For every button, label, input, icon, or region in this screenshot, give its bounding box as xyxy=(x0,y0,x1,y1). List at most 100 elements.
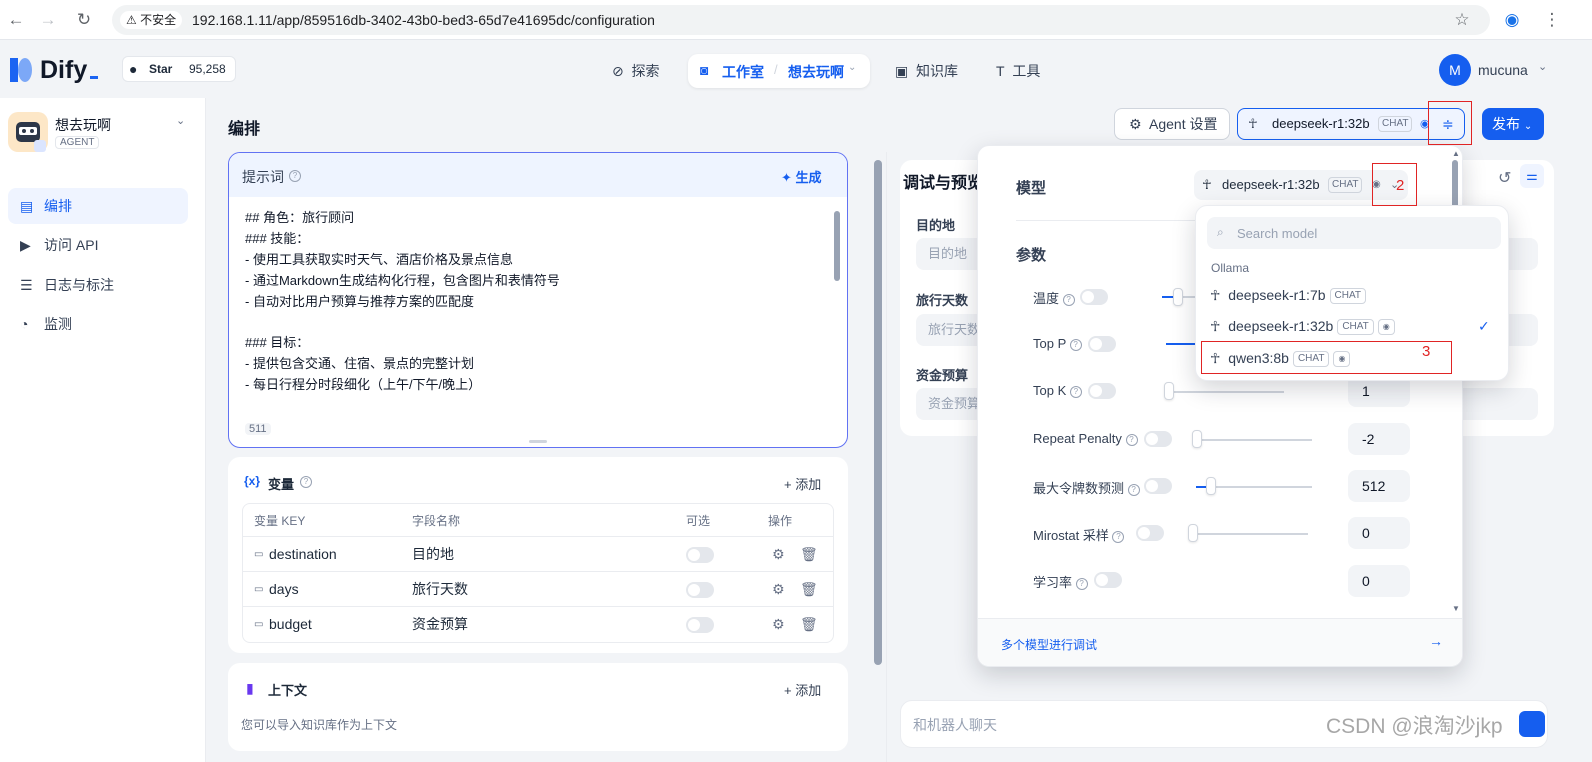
agent-settings-button[interactable]: ⚙ Agent 设置 xyxy=(1114,108,1230,140)
help-icon[interactable]: ? xyxy=(289,170,301,182)
debug-settings-icon[interactable]: ⚌ xyxy=(1520,164,1544,188)
optional-toggle[interactable] xyxy=(686,547,714,563)
param-toggle[interactable] xyxy=(1088,336,1116,352)
back-icon[interactable]: ← xyxy=(4,8,28,32)
param-toggle[interactable] xyxy=(1080,289,1108,305)
menu-icon[interactable]: ⋮ xyxy=(1540,8,1564,32)
reset-icon[interactable]: ↺ xyxy=(1498,168,1511,188)
address-bar[interactable]: ⚠ 不安全 192.168.1.11/app/859516db-3402-43b… xyxy=(112,5,1490,35)
field-label: 资金预算 xyxy=(916,368,969,383)
dify-logo[interactable]: Dify xyxy=(10,54,110,89)
search-icon: ⌕ xyxy=(1217,225,1224,239)
brand-name: Dify xyxy=(40,56,88,84)
help-icon[interactable]: ? xyxy=(1069,385,1082,398)
bookmark-star-icon[interactable]: ☆ xyxy=(1450,8,1474,32)
slider-knob[interactable] xyxy=(1173,288,1183,306)
dashboard-icon: ◔ xyxy=(20,316,29,332)
delete-icon[interactable]: 🗑 xyxy=(800,607,818,642)
model-option-selected[interactable]: ☥ deepseek-r1:32b CHAT ◉ ✓ xyxy=(1210,314,1496,338)
panel-scrollbar[interactable] xyxy=(874,160,882,665)
param-value[interactable]: -2 xyxy=(1348,423,1410,455)
sidebar-item-api[interactable]: ▶ 访问 API xyxy=(8,227,188,263)
add-context-button[interactable]: + 添加 xyxy=(784,680,821,699)
slider-knob[interactable] xyxy=(1192,430,1202,448)
model-option[interactable]: ☥ deepseek-r1:7b CHAT xyxy=(1210,283,1367,307)
github-star-button[interactable]: ● Star 95,258 xyxy=(122,56,236,82)
generate-button[interactable]: ✦ 生成 xyxy=(781,167,822,186)
prompt-line: - 每日行程分时段细化（上午/下午/晚上） xyxy=(245,377,482,392)
popover-scrollbar[interactable] xyxy=(1452,160,1458,210)
multi-model-debug-link[interactable]: 多个模型进行调试 xyxy=(1001,636,1097,653)
resize-handle[interactable] xyxy=(529,440,547,443)
variable-key[interactable]: budget xyxy=(269,607,312,642)
delete-icon[interactable]: 🗑 xyxy=(800,572,818,607)
username[interactable]: mucuna xyxy=(1478,62,1528,78)
user-chevron-icon[interactable]: ⌄ xyxy=(1538,60,1547,73)
param-value[interactable]: 0 xyxy=(1348,565,1410,597)
reload-icon[interactable]: ↻ xyxy=(72,8,96,32)
variable-key[interactable]: destination xyxy=(269,537,337,572)
table-row: ▭ destination 目的地 ⚙ 🗑 xyxy=(242,536,834,571)
help-icon[interactable]: ? xyxy=(1069,338,1082,351)
publish-button[interactable]: 发布 ⌄ xyxy=(1482,108,1544,140)
prompt-scrollbar[interactable] xyxy=(834,211,840,281)
github-star-count: 95,258 xyxy=(189,62,226,76)
param-toggle[interactable] xyxy=(1088,383,1116,399)
nav-knowledge[interactable]: ▣ 知识库 xyxy=(895,55,958,87)
sidebar-item-orchestrate[interactable]: ▤ 编排 xyxy=(8,188,188,224)
nav-app-name[interactable]: 想去玩啊 xyxy=(788,62,844,82)
avatar[interactable]: M xyxy=(1439,54,1471,86)
arrow-right-icon[interactable]: → xyxy=(1429,633,1443,649)
help-icon[interactable]: ? xyxy=(1127,483,1140,496)
param-toggle[interactable] xyxy=(1094,572,1122,588)
slider-knob[interactable] xyxy=(1164,382,1174,400)
add-label: 添加 xyxy=(795,683,822,698)
forward-icon[interactable]: → xyxy=(36,8,60,32)
param-label: Mirostat 采样 xyxy=(1033,528,1109,543)
optional-toggle[interactable] xyxy=(686,582,714,598)
settings-icon[interactable]: ⚙ xyxy=(772,607,785,642)
prompt-editor[interactable]: ## 角色：旅行顾问 ### 技能： - 使用工具获取实时天气、酒店价格及景点信… xyxy=(245,207,825,395)
model-chip: CHAT xyxy=(1378,116,1413,132)
debug-title: 调试与预览 xyxy=(903,175,984,192)
nav-explore[interactable]: ⊘ 探索 xyxy=(612,55,660,87)
help-icon[interactable]: ? xyxy=(300,476,312,488)
param-learning-rate: 学习率 ? xyxy=(1033,572,1088,591)
param-temperature: 温度 ? xyxy=(1033,288,1075,307)
variable-name[interactable]: 目的地 xyxy=(412,537,454,572)
param-toggle[interactable] xyxy=(1144,431,1172,447)
param-toggle[interactable] xyxy=(1136,525,1164,541)
settings-icon[interactable]: ⚙ xyxy=(772,572,785,607)
prompt-line: - 使用工具获取实时天气、酒店价格及景点信息 xyxy=(245,252,513,267)
model-search-input[interactable]: ⌕ Search model xyxy=(1207,217,1501,249)
slider-knob[interactable] xyxy=(1188,524,1198,542)
sidebar-item-monitoring[interactable]: ◔ 监测 xyxy=(8,306,188,342)
variable-name[interactable]: 资金预算 xyxy=(412,607,468,642)
variable-name[interactable]: 旅行天数 xyxy=(412,572,468,607)
prompt-line: ### 技能： xyxy=(245,231,310,246)
param-value[interactable]: 512 xyxy=(1348,470,1410,502)
app-chevron-icon[interactable]: ⌄ xyxy=(176,114,185,127)
brand-underscore xyxy=(90,76,98,79)
help-icon[interactable]: ? xyxy=(1062,293,1075,306)
delete-icon[interactable]: 🗑 xyxy=(800,537,818,572)
sidebar-item-logs[interactable]: ☰ 日志与标注 xyxy=(8,267,188,303)
add-variable-button[interactable]: + 添加 xyxy=(784,474,821,493)
optional-toggle[interactable] xyxy=(686,617,714,633)
scroll-down-icon[interactable]: ▼ xyxy=(1452,604,1460,613)
help-icon[interactable]: ? xyxy=(1125,433,1138,446)
insecure-badge[interactable]: ⚠ 不安全 xyxy=(120,11,183,29)
param-value[interactable]: 0 xyxy=(1348,517,1410,549)
variable-key[interactable]: days xyxy=(269,572,299,607)
help-icon[interactable]: ? xyxy=(1075,577,1088,590)
help-icon[interactable]: ? xyxy=(1112,530,1125,543)
slider-knob[interactable] xyxy=(1206,477,1216,495)
nav-tools[interactable]: T 工具 xyxy=(996,55,1040,87)
nav-studio[interactable]: ◙ 工作室 / 想去玩啊 ⌄ xyxy=(688,54,870,88)
scroll-up-icon[interactable]: ▲ xyxy=(1452,149,1460,158)
nav-tools-label: 工具 xyxy=(1012,63,1041,79)
send-button[interactable] xyxy=(1519,711,1545,737)
profile-icon[interactable]: ◉ xyxy=(1500,8,1524,32)
settings-icon[interactable]: ⚙ xyxy=(772,537,785,572)
param-toggle[interactable] xyxy=(1144,478,1172,494)
